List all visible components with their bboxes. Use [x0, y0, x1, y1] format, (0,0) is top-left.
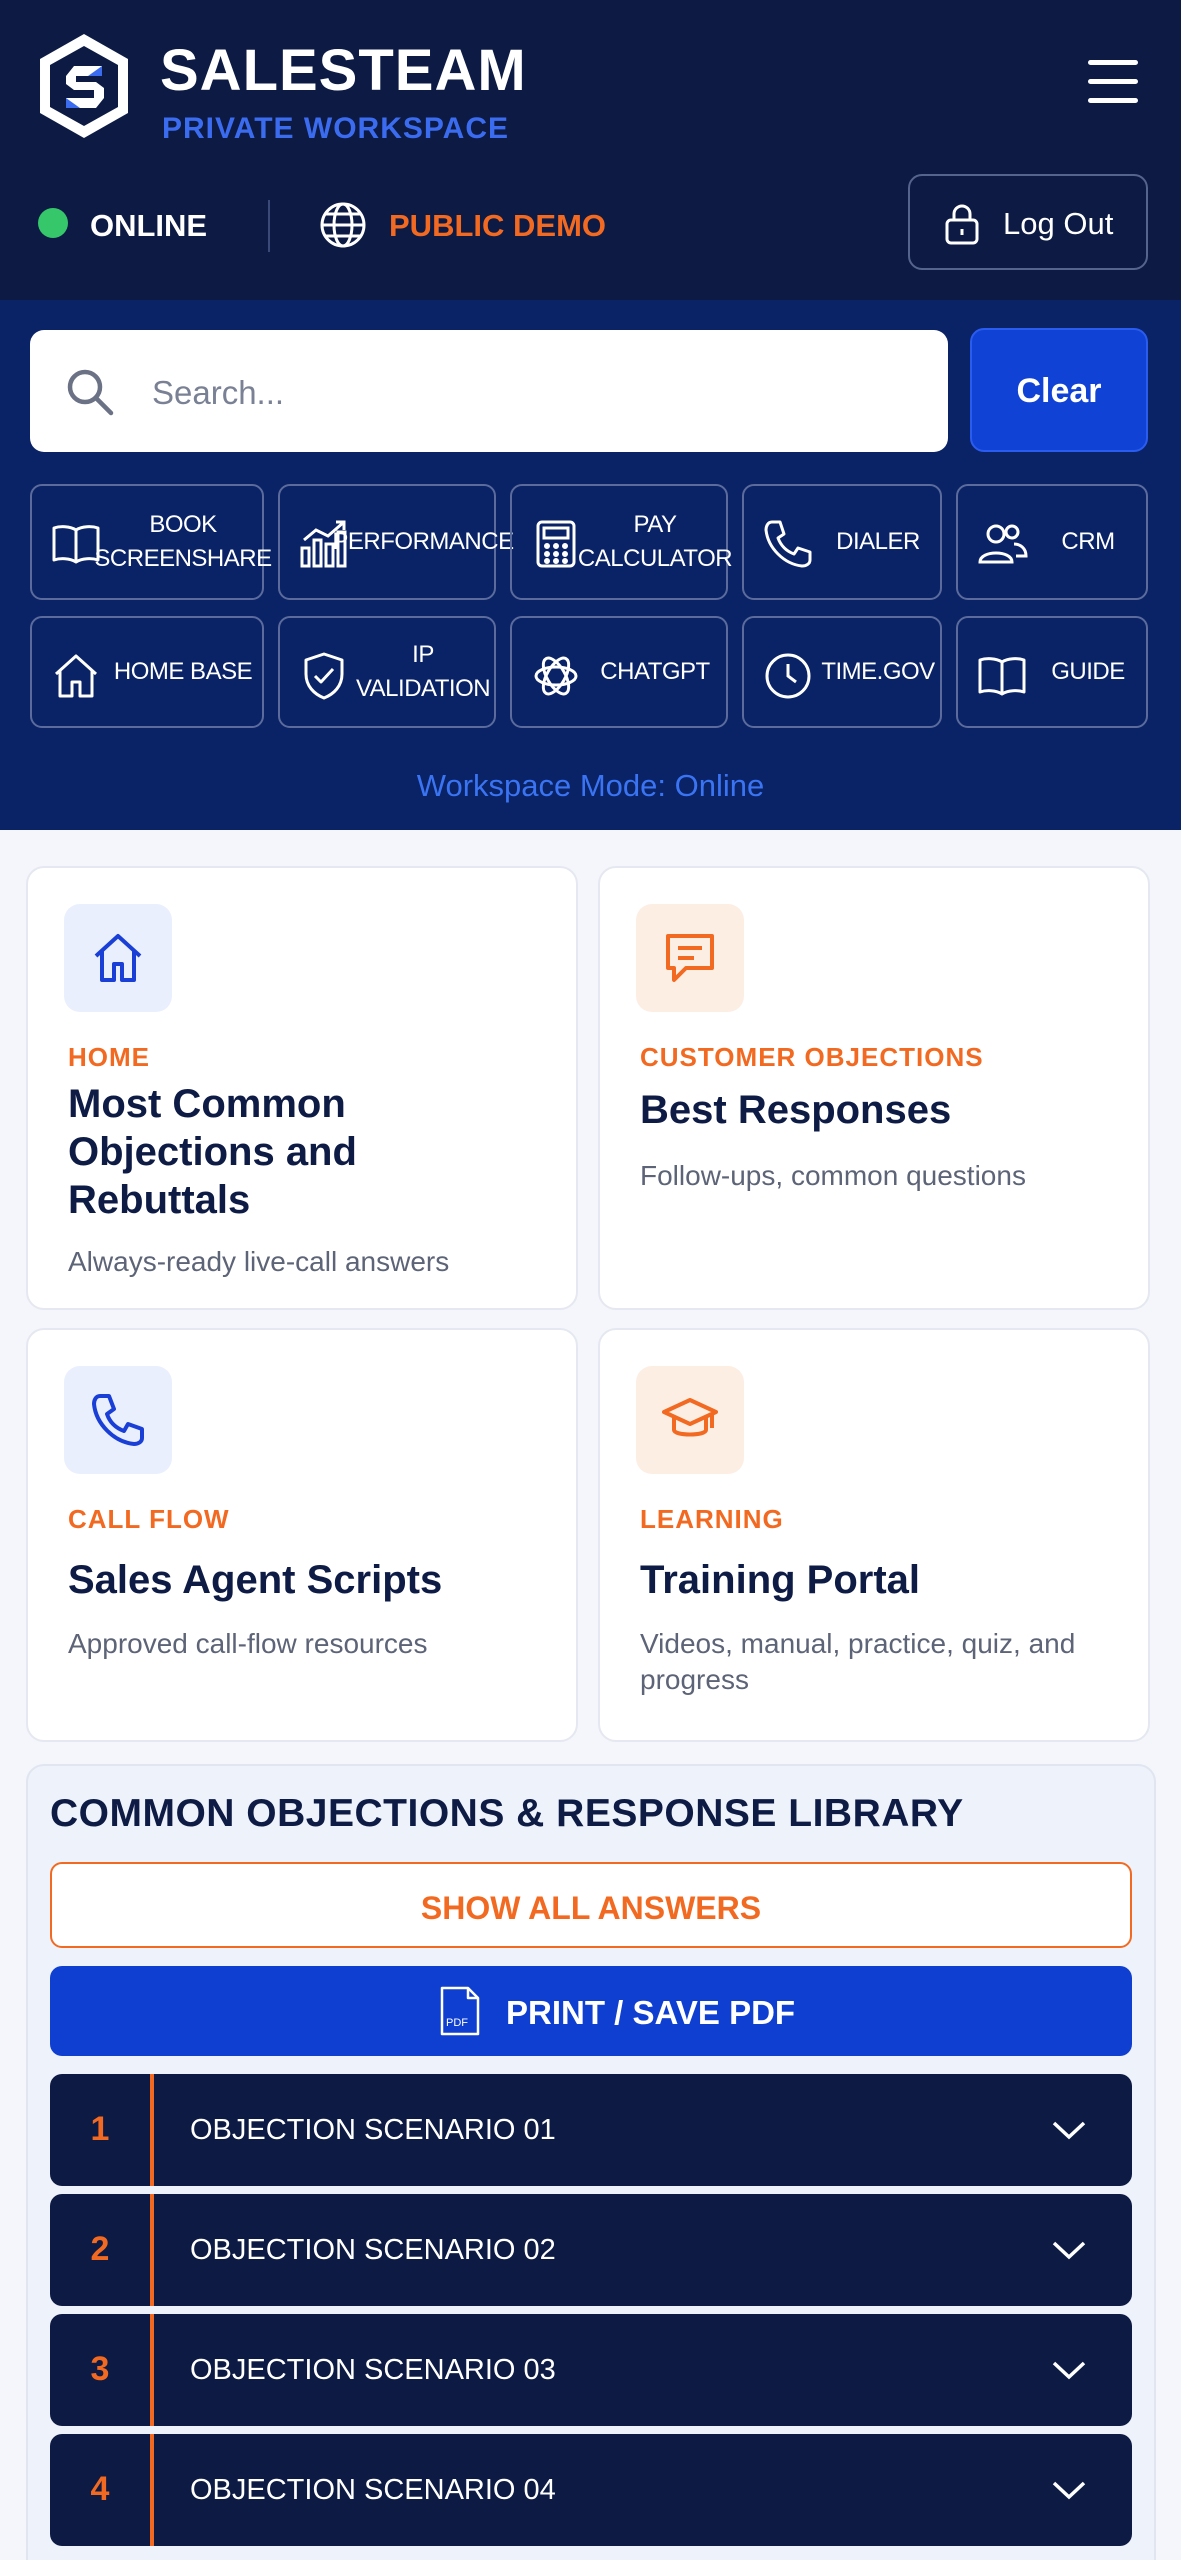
card-customer-objections[interactable]: CUSTOMER OBJECTIONS Best Responses Follo… — [598, 866, 1150, 1310]
print-save-pdf-button[interactable]: PDF PRINT / SAVE PDF — [50, 1966, 1132, 2056]
globe-icon — [320, 202, 366, 248]
scenario-label: OBJECTION SCENARIO 02 — [190, 2234, 556, 2266]
phone-icon — [92, 1394, 144, 1446]
message-icon — [666, 934, 714, 982]
quick-link-book-screenshare[interactable]: BOOK SCREENSHARE — [30, 484, 272, 600]
card-description: Follow-ups, common questions — [640, 1160, 1026, 1191]
show-all-label: SHOW ALL ANSWERS — [420, 1890, 762, 1926]
card-title: Training Portal — [640, 1558, 921, 1602]
card-category: HOME — [68, 1042, 150, 1072]
chevron-down-icon — [1052, 2361, 1086, 2380]
scenario-label: OBJECTION SCENARIO 01 — [190, 2114, 556, 2146]
quick-link-label: BOOK SCREENSHARE — [94, 511, 272, 572]
home-icon — [54, 654, 98, 698]
quick-link-dialer[interactable]: DIALER — [742, 484, 942, 600]
quick-link-chatgpt[interactable]: CHATGPT — [510, 616, 728, 728]
quick-link-home-base[interactable]: HOME BASE — [30, 616, 264, 728]
users-icon — [978, 524, 1028, 564]
svg-text:PDF: PDF — [446, 2017, 468, 2029]
graduation-cap-icon — [662, 1398, 718, 1437]
quick-link-label: GUIDE — [1051, 658, 1125, 686]
quick-link-performance[interactable]: PERFORMANCE — [278, 484, 514, 600]
show-all-answers-button[interactable]: SHOW ALL ANSWERS — [50, 1862, 1132, 1948]
scenario-label: OBJECTION SCENARIO 03 — [190, 2354, 556, 2386]
library-title: COMMON OBJECTIONS & RESPONSE LIBRARY — [50, 1792, 964, 1835]
card-title: Most Common Objections and Rebuttals — [68, 1082, 357, 1222]
objection-scenario-row[interactable]: 2 OBJECTION SCENARIO 02 — [50, 2194, 1132, 2306]
clear-button[interactable]: Clear — [970, 328, 1148, 452]
scenario-label: OBJECTION SCENARIO 04 — [190, 2474, 556, 2506]
menu-icon[interactable] — [1088, 60, 1138, 104]
clear-label: Clear — [1016, 372, 1102, 410]
card-icon-box — [64, 904, 172, 1012]
scenario-number: 4 — [90, 2470, 110, 2508]
quick-link-time-gov[interactable]: TIME.GOV — [742, 616, 942, 728]
card-home[interactable]: HOME Most Common Objections and Rebuttal… — [26, 866, 578, 1310]
divider — [268, 200, 270, 252]
chevron-down-icon — [1052, 2121, 1086, 2140]
quick-link-label: IP VALIDATION — [355, 641, 491, 702]
shield-check-icon — [304, 652, 344, 700]
objection-scenario-row[interactable]: 4 OBJECTION SCENARIO 04 — [50, 2434, 1132, 2546]
top-header: SALESTEAM PRIVATE WORKSPACE ONLINE PUBLI… — [0, 0, 1181, 300]
card-description: Videos, manual, practice, quiz, and prog… — [640, 1628, 1076, 1696]
brand-title: SALESTEAM — [160, 38, 527, 103]
chatgpt-icon — [534, 656, 578, 696]
card-title: Sales Agent Scripts — [68, 1558, 443, 1602]
quick-link-ip-validation[interactable]: IP VALIDATION — [278, 616, 496, 728]
card-title: Best Responses — [640, 1088, 952, 1132]
card-call-flow[interactable]: CALL FLOW Sales Agent Scripts Approved c… — [26, 1328, 578, 1742]
logout-label: Log Out — [1003, 206, 1114, 241]
card-icon-box — [64, 1366, 172, 1474]
search-placeholder: Search... — [152, 374, 285, 411]
response-library: COMMON OBJECTIONS & RESPONSE LIBRARY SHO… — [26, 1764, 1156, 2560]
salesteam-logo-icon — [40, 34, 128, 138]
card-category: LEARNING — [640, 1504, 784, 1534]
clock-icon — [765, 653, 811, 699]
search-input[interactable]: Search... — [30, 330, 948, 452]
quick-link-label: HOME BASE — [113, 658, 253, 686]
quick-link-label: CRM — [1061, 528, 1115, 556]
workspace-mode-text: Workspace Mode: Online — [416, 768, 765, 803]
objection-scenario-row[interactable]: 3 OBJECTION SCENARIO 03 — [50, 2314, 1132, 2426]
quick-link-pay-calculator[interactable]: PAY CALCULATOR — [510, 484, 733, 600]
card-category: CALL FLOW — [68, 1504, 230, 1534]
card-category: CUSTOMER OBJECTIONS — [640, 1042, 984, 1072]
scenario-number: 1 — [90, 2110, 110, 2148]
toolbar: Search... Clear BOOK SCREENSHARE PERFORM… — [0, 300, 1181, 830]
card-description: Always-ready live-call answers — [68, 1246, 450, 1277]
status-label: ONLINE — [90, 208, 208, 243]
home-icon — [94, 934, 142, 982]
search-icon — [67, 369, 114, 416]
lock-icon — [945, 204, 979, 245]
logout-button[interactable]: Log Out — [908, 174, 1148, 270]
scenario-number: 2 — [90, 2230, 110, 2268]
brand-subtitle: PRIVATE WORKSPACE — [162, 112, 510, 145]
chevron-down-icon — [1052, 2241, 1086, 2260]
phone-icon — [764, 520, 812, 568]
quick-link-label: PERFORMANCE — [332, 528, 514, 556]
calculator-icon — [536, 520, 576, 568]
chevron-down-icon — [1052, 2481, 1086, 2500]
quick-link-label: PAY CALCULATOR — [577, 511, 733, 572]
page: SALESTEAM PRIVATE WORKSPACE ONLINE PUBLI… — [0, 0, 1181, 2560]
online-status-dot — [38, 208, 68, 238]
card-icon-box — [636, 1366, 744, 1474]
book-icon — [978, 657, 1026, 696]
quick-link-label: CHATGPT — [600, 658, 710, 686]
scenario-number: 3 — [90, 2350, 110, 2388]
card-icon-box — [636, 904, 744, 1012]
pdf-icon: PDF — [440, 1986, 480, 2036]
quick-link-label: TIME.GOV — [821, 658, 935, 686]
quick-link-crm[interactable]: CRM — [956, 484, 1148, 600]
quick-link-label: DIALER — [836, 528, 920, 556]
print-label: PRINT / SAVE PDF — [506, 1994, 796, 2031]
quick-link-guide[interactable]: GUIDE — [956, 616, 1148, 728]
public-demo-badge: PUBLIC DEMO — [389, 208, 606, 243]
objection-scenario-row[interactable]: 1 OBJECTION SCENARIO 01 — [50, 2074, 1132, 2186]
card-description: Approved call-flow resources — [68, 1628, 428, 1659]
card-learning[interactable]: LEARNING Training Portal Videos, manual,… — [598, 1328, 1150, 1742]
